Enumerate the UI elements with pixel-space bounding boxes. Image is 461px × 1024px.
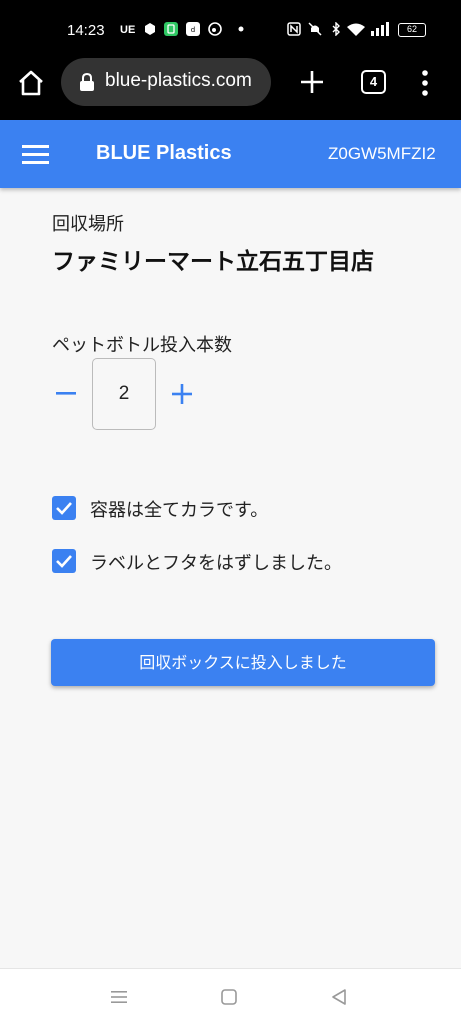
status-bar: 14:23 UE d 62	[0, 0, 461, 58]
battery-icon: 62	[398, 23, 426, 37]
address-bar[interactable]: blue-plastics.com	[61, 58, 271, 106]
bottle-count-value: 2	[118, 383, 130, 404]
d-app-icon	[208, 22, 222, 36]
empty-containers-checkbox[interactable]	[52, 496, 76, 520]
battery-level: 62	[406, 24, 417, 34]
carrier-label: UE	[120, 24, 136, 36]
new-tab-icon[interactable]	[298, 68, 326, 96]
line-notification-icon	[164, 22, 178, 36]
bottle-count-label: ペットボトル投入本数	[52, 335, 232, 356]
user-code: Z0GW5MFZI2	[328, 144, 436, 163]
docomo-notification-icon: d	[186, 22, 200, 36]
app-notification-icon	[145, 23, 155, 35]
home-nav-icon[interactable]	[220, 989, 238, 1005]
status-time: 14:23	[67, 22, 105, 39]
checkmark-icon	[56, 502, 72, 515]
back-nav-icon[interactable]	[330, 989, 348, 1005]
bluetooth-icon	[332, 22, 340, 36]
checkmark-icon	[56, 555, 72, 568]
labels-caps-removed-checkbox[interactable]	[52, 549, 76, 573]
app-header: BLUE Plastics Z0GW5MFZI2	[0, 120, 461, 188]
system-navigation-bar	[0, 968, 461, 1024]
lock-icon	[80, 72, 94, 91]
bottle-count-input[interactable]: 2	[92, 358, 156, 430]
recent-apps-icon[interactable]	[110, 989, 128, 1005]
home-icon[interactable]	[16, 68, 46, 98]
submit-button[interactable]: 回収ボックスに投入しました	[51, 639, 435, 686]
app-title: BLUE Plastics	[96, 142, 232, 164]
mute-icon	[308, 22, 322, 36]
more-notifications-dot-icon	[238, 26, 244, 32]
signal-icon	[371, 22, 389, 36]
increment-button[interactable]	[170, 382, 194, 406]
location-label: 回収場所	[52, 214, 124, 235]
svg-text:d: d	[191, 26, 195, 34]
url-text: blue-plastics.com	[105, 70, 252, 91]
hamburger-menu-icon[interactable]	[22, 144, 49, 164]
browser-menu-icon[interactable]	[418, 68, 432, 98]
tab-count: 4	[369, 74, 378, 89]
wifi-icon	[347, 23, 365, 36]
labels-caps-removed-label[interactable]: ラベルとフタをはずしました。	[90, 549, 342, 575]
nfc-icon	[287, 22, 301, 36]
decrement-button[interactable]	[54, 381, 78, 405]
tab-switcher-button[interactable]: 4	[361, 70, 386, 94]
location-name: ファミリーマート立石五丁目店	[52, 249, 374, 275]
browser-toolbar: blue-plastics.com 4	[0, 58, 461, 120]
empty-containers-label[interactable]: 容器は全てカラです。	[90, 496, 268, 522]
